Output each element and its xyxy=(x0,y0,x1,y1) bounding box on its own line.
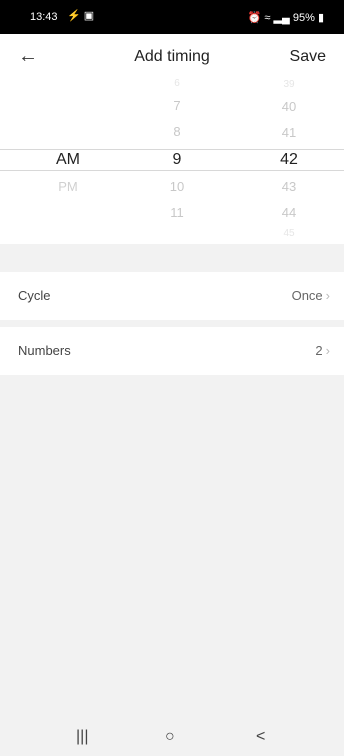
battery-level: 95% xyxy=(292,12,315,24)
minute-option[interactable]: 39 xyxy=(259,79,319,90)
hour-option[interactable]: 10 xyxy=(147,179,207,194)
save-button[interactable]: Save xyxy=(290,48,326,66)
flash-icon: ⚡ xyxy=(67,10,81,22)
numbers-value-group: 2 › xyxy=(315,343,330,358)
home-icon[interactable]: ○ xyxy=(165,728,175,746)
picker-selection-line-top xyxy=(0,149,344,150)
hour-option[interactable]: 9 xyxy=(147,151,207,169)
cycle-value-group: Once › xyxy=(292,288,330,303)
hour-option[interactable]: 7 xyxy=(147,98,207,113)
system-nav-bar: ||| ○ < xyxy=(0,720,344,756)
numbers-value: 2 xyxy=(315,343,323,358)
cycle-label: Cycle xyxy=(18,288,51,303)
notification-icons: ⚡ ▣ xyxy=(67,9,94,22)
minute-option[interactable]: 45 xyxy=(259,228,319,239)
picker-selection-line-bottom xyxy=(0,170,344,171)
minute-option[interactable]: 40 xyxy=(259,99,319,114)
chevron-right-icon: › xyxy=(325,288,330,303)
wifi-icon: ≈ xyxy=(264,12,271,24)
hour-option[interactable]: 11 xyxy=(147,205,207,220)
ampm-option[interactable]: AM xyxy=(38,151,98,169)
back-nav-icon[interactable]: < xyxy=(256,728,265,746)
alarm-icon: ⏰ xyxy=(247,12,262,24)
ampm-option[interactable]: PM xyxy=(38,179,98,194)
chevron-right-icon: › xyxy=(325,343,330,358)
cycle-value: Once xyxy=(291,288,323,303)
cycle-row[interactable]: Cycle Once › xyxy=(0,272,344,320)
minute-option[interactable]: 41 xyxy=(259,125,319,140)
time-picker: AM PM 6 7 8 9 10 11 39 40 41 42 43 44 45 xyxy=(0,72,344,244)
minute-option[interactable]: 42 xyxy=(259,151,319,169)
status-bar: 13:43 ⚡ ▣ ⏰ ≈ ▂▄ 95% ▮ xyxy=(0,0,344,34)
gallery-icon: ▣ xyxy=(83,10,95,22)
status-time: 13:43 xyxy=(30,11,58,23)
hour-option[interactable]: 6 xyxy=(147,78,207,89)
signal-icon: ▂▄ xyxy=(273,12,290,24)
numbers-row[interactable]: Numbers 2 › xyxy=(0,327,344,375)
battery-icon: ▮ xyxy=(317,12,324,24)
section-gap xyxy=(0,244,344,272)
recent-apps-icon[interactable]: ||| xyxy=(76,728,88,746)
minute-option[interactable]: 44 xyxy=(259,205,319,220)
hour-option[interactable]: 8 xyxy=(147,124,207,139)
numbers-label: Numbers xyxy=(18,343,71,358)
status-right: ⏰ ≈ ▂▄ 95% ▮ xyxy=(248,11,324,24)
minute-option[interactable]: 43 xyxy=(259,179,319,194)
